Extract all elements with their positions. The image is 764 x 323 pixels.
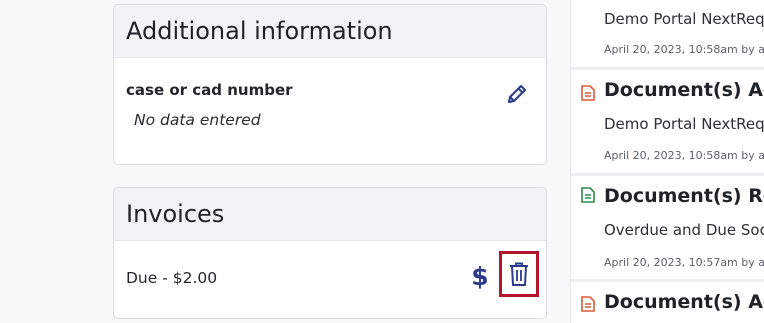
- additional-information-card: Additional information case or cad numbe…: [113, 4, 547, 165]
- timeline-divider: [571, 173, 764, 176]
- timeline-item-timestamp: April 20, 2023, 10:58am by ar: [604, 43, 764, 56]
- document-icon: [581, 187, 595, 203]
- timeline-item-subtitle: Demo Portal NextReq: [604, 115, 764, 133]
- delete-invoice-button[interactable]: [499, 251, 539, 297]
- document-icon: [581, 85, 595, 101]
- pencil-icon: [508, 85, 526, 103]
- timeline-item-title[interactable]: Document(s) Ad: [604, 79, 764, 101]
- additional-information-title: Additional information: [114, 5, 546, 58]
- invoice-due-text: Due - $2.00: [126, 269, 218, 287]
- timeline-divider: [571, 67, 764, 70]
- invoices-title: Invoices: [114, 188, 546, 241]
- timeline-item-subtitle: Overdue and Due Soo: [604, 221, 764, 239]
- timeline-item-title[interactable]: Document(s) Rel: [604, 185, 764, 207]
- case-number-label: case or cad number: [126, 81, 293, 99]
- document-icon: [581, 296, 595, 312]
- timeline-divider: [571, 279, 764, 282]
- invoices-card: Invoices Due - $2.00 $: [113, 187, 547, 319]
- edit-button[interactable]: [503, 80, 531, 108]
- timeline-item-timestamp: April 20, 2023, 10:58am by ar: [604, 149, 764, 162]
- timeline-item-timestamp: April 20, 2023, 10:57am by ar: [604, 256, 764, 269]
- dollar-icon: $: [471, 261, 489, 291]
- timeline-item-subtitle: Demo Portal NextReq: [604, 10, 764, 28]
- pay-invoice-button[interactable]: $: [469, 261, 491, 291]
- trash-icon: [510, 262, 528, 286]
- case-number-value: No data entered: [134, 111, 261, 129]
- activity-timeline: Demo Portal NextReq April 20, 2023, 10:5…: [570, 0, 764, 323]
- timeline-item-title[interactable]: Document(s) Ad: [604, 291, 764, 313]
